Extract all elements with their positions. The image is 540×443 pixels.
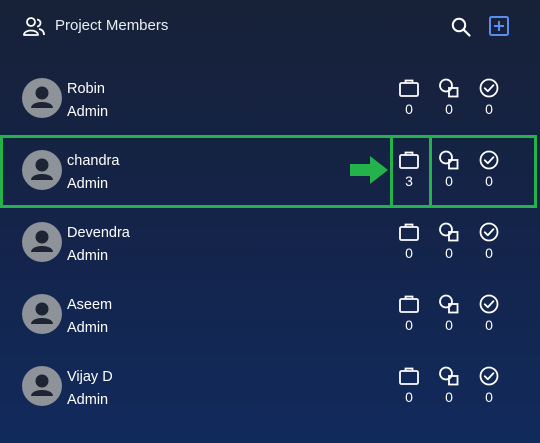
- tasks-stat[interactable]: 0: [394, 294, 424, 333]
- stat-count: 0: [445, 317, 453, 333]
- member-list: Robin Admin 0 0 0 chandra Admin 3 0 0 Devendra Admi…: [0, 62, 540, 422]
- avatar: [22, 366, 62, 406]
- check-circle-icon: [474, 366, 504, 386]
- shapes-icon: [434, 222, 464, 242]
- stat-count: 0: [445, 245, 453, 261]
- shapes-stat[interactable]: 0: [434, 366, 464, 405]
- completed-stat[interactable]: 0: [474, 222, 504, 261]
- tasks-stat[interactable]: 0: [394, 222, 424, 261]
- avatar: [22, 222, 62, 262]
- shapes-icon: [434, 294, 464, 314]
- avatar: [22, 294, 62, 334]
- members-icon: [23, 17, 45, 36]
- briefcase-icon: [394, 222, 424, 242]
- add-member-icon[interactable]: [488, 15, 510, 37]
- shapes-stat[interactable]: 0: [434, 222, 464, 261]
- member-row[interactable]: Devendra Admin 0 0 0: [0, 206, 540, 278]
- shapes-icon: [434, 366, 464, 386]
- stat-count: 0: [485, 317, 493, 333]
- stat-count: 0: [485, 389, 493, 405]
- member-row[interactable]: Aseem Admin 0 0 0: [0, 278, 540, 350]
- check-circle-icon: [474, 78, 504, 98]
- stat-count: 0: [445, 389, 453, 405]
- member-name: Aseem: [67, 297, 113, 313]
- tasks-stat[interactable]: 0: [394, 78, 424, 117]
- search-icon[interactable]: [450, 16, 472, 38]
- member-name: Vijay D: [67, 369, 113, 385]
- stat-count: 0: [405, 101, 413, 117]
- briefcase-icon: [394, 78, 424, 98]
- shapes-stat[interactable]: 0: [434, 294, 464, 333]
- member-row[interactable]: Robin Admin 0 0 0: [0, 62, 540, 134]
- stat-count: 0: [485, 101, 493, 117]
- shapes-stat[interactable]: 0: [434, 78, 464, 117]
- stat-count: 0: [485, 245, 493, 261]
- member-row[interactable]: Vijay D Admin 0 0 0: [0, 350, 540, 422]
- member-role: Admin: [67, 104, 109, 120]
- check-circle-icon: [474, 222, 504, 242]
- highlight-briefcase-stat: [390, 135, 432, 208]
- highlight-other-stats: [429, 135, 537, 208]
- completed-stat[interactable]: 0: [474, 366, 504, 405]
- pointer-arrow: [350, 156, 388, 184]
- member-role: Admin: [67, 320, 109, 336]
- avatar: [22, 78, 62, 118]
- shapes-icon: [434, 78, 464, 98]
- check-circle-icon: [474, 294, 504, 314]
- member-name: Devendra: [67, 225, 130, 241]
- briefcase-icon: [394, 294, 424, 314]
- stat-count: 0: [445, 101, 453, 117]
- highlight-member-row: [0, 135, 393, 208]
- stat-count: 0: [405, 317, 413, 333]
- header: Project Members: [0, 0, 540, 56]
- member-role: Admin: [67, 248, 109, 264]
- page-title: Project Members: [55, 17, 169, 34]
- tasks-stat[interactable]: 0: [394, 366, 424, 405]
- completed-stat[interactable]: 0: [474, 78, 504, 117]
- member-role: Admin: [67, 392, 109, 408]
- briefcase-icon: [394, 366, 424, 386]
- member-name: Robin: [67, 81, 105, 97]
- stat-count: 0: [405, 389, 413, 405]
- stat-count: 0: [405, 245, 413, 261]
- completed-stat[interactable]: 0: [474, 294, 504, 333]
